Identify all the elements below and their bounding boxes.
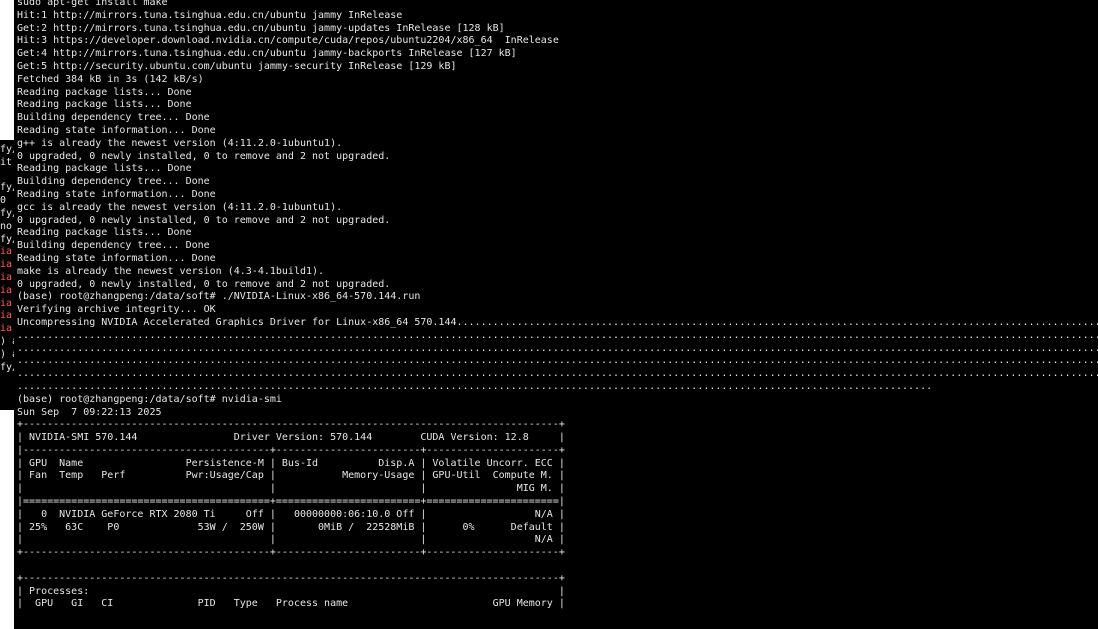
terminal-line: Get:4 http://mirrors.tuna.tsinghua.edu.c… [17, 48, 517, 60]
terminal-line: ........................................… [17, 355, 1098, 367]
terminal-line: ........................................… [17, 342, 1098, 354]
background-window-fragment: fy/ [0, 361, 14, 373]
background-window-fragment: no [0, 220, 13, 232]
terminal-line: +---------------------------------------… [17, 547, 565, 559]
background-window-fragment: ia [0, 246, 13, 258]
terminal-line: 0 upgraded, 0 newly installed, 0 to remo… [17, 150, 391, 162]
terminal-line: | GPU GI CI PID Type Process name GPU Me… [17, 598, 565, 610]
background-window-fragment: ia [0, 272, 13, 283]
terminal-line: Reading package lists... Done [17, 227, 192, 239]
terminal-line: +---------------------------------------… [17, 572, 565, 584]
terminal-line: Sun Sep 7 09:22:13 2025 [17, 406, 162, 418]
background-window-fragment: fy/ [0, 182, 14, 194]
terminal-line: Reading package lists... Done [17, 99, 192, 111]
terminal-line: Hit:3 https://developer.download.nvidia.… [17, 35, 559, 47]
terminal-line: Reading state information... Done [17, 252, 216, 264]
terminal-line: | Processes: | [17, 585, 565, 597]
terminal-line: |=======================================… [17, 496, 565, 508]
terminal-line: (base) root@zhangpeng:/data/soft# nvidia… [17, 393, 282, 405]
terminal-line: Verifying archive integrity... OK [17, 304, 216, 316]
terminal-line: Building dependency tree... Done [17, 176, 210, 188]
background-window-fragment: ia [0, 259, 13, 271]
desktop: fy/itfy/0fy/nofy/iaiaiaiaiaiaia) a) afy/… [0, 0, 1098, 629]
terminal-line: | NVIDIA-SMI 570.144 Driver Version: 570… [17, 432, 565, 444]
terminal-line: | | | N/A | [17, 534, 565, 546]
terminal-line: sudo apt-get install make [17, 0, 168, 8]
background-window-fragment: fy/ [0, 233, 14, 245]
background-window-fragment: ia [0, 284, 13, 296]
terminal-line: Reading state information... Done [17, 188, 216, 200]
terminal-line: | | | MIG M. | [17, 483, 565, 495]
background-window-fragment: ia [0, 310, 13, 322]
background-window-fragment: ia [0, 297, 13, 309]
terminal-window[interactable]: sudo apt-get install make Hit:1 http://mi… [14, 0, 1098, 629]
terminal-line: ........................................… [17, 368, 1098, 380]
terminal-line: |---------------------------------------… [17, 444, 565, 456]
terminal-line: Reading state information... Done [17, 124, 216, 136]
terminal-line: (base) root@zhangpeng:/data/soft# ./NVID… [17, 291, 421, 303]
background-window-edge[interactable]: fy/itfy/0fy/nofy/iaiaiaiaiaiaia) a) afy/ [0, 0, 14, 629]
terminal-line: ........................................… [17, 329, 1098, 341]
terminal-line: | GPU Name Persistence-M | Bus-Id Disp.A… [17, 457, 565, 469]
terminal-line: gcc is already the newest version (4:11.… [17, 201, 343, 213]
terminal-line: ........................................… [17, 380, 933, 392]
terminal-line: +---------------------------------------… [17, 419, 565, 431]
terminal-line: | 25% 63C P0 53W / 250W | 0MiB / 22528Mi… [17, 521, 565, 533]
terminal-output[interactable]: sudo apt-get install make Hit:1 http://mi… [17, 0, 1098, 611]
background-window-fragment: 0 [0, 195, 7, 207]
background-window-fragment: fy/ [0, 144, 14, 155]
terminal-line: Hit:1 http://mirrors.tuna.tsinghua.edu.c… [17, 9, 403, 21]
terminal-line: Building dependency tree... Done [17, 112, 210, 124]
terminal-line: Reading package lists... Done [17, 86, 192, 98]
terminal-line: Reading package lists... Done [17, 163, 192, 175]
terminal-line: 0 upgraded, 0 newly installed, 0 to remo… [17, 214, 391, 226]
terminal-line: g++ is already the newest version (4:11.… [17, 137, 343, 149]
terminal-line: Get:5 http://security.ubuntu.com/ubuntu … [17, 60, 457, 72]
background-window-fragment: it [0, 156, 13, 168]
terminal-line: make is already the newest version (4.3-… [17, 265, 325, 277]
background-window-fragment: ) a [0, 336, 14, 347]
terminal-line: | Fan Temp Perf Pwr:Usage/Cap | Memory-U… [17, 470, 565, 482]
terminal-line: 0 upgraded, 0 newly installed, 0 to remo… [17, 278, 391, 290]
terminal-line: Fetched 384 kB in 3s (142 kB/s) [17, 73, 204, 85]
background-window-fragment: ia [0, 323, 13, 335]
terminal-line: | 0 NVIDIA GeForce RTX 2080 Ti Off | 000… [17, 508, 565, 520]
terminal-line: Building dependency tree... Done [17, 240, 210, 252]
terminal-line: Uncompressing NVIDIA Accelerated Graphic… [17, 316, 1098, 328]
terminal-line: Get:2 http://mirrors.tuna.tsinghua.edu.c… [17, 22, 505, 34]
background-window-fragment: fy/ [0, 208, 14, 219]
background-window-fragment: ) a [0, 348, 14, 360]
